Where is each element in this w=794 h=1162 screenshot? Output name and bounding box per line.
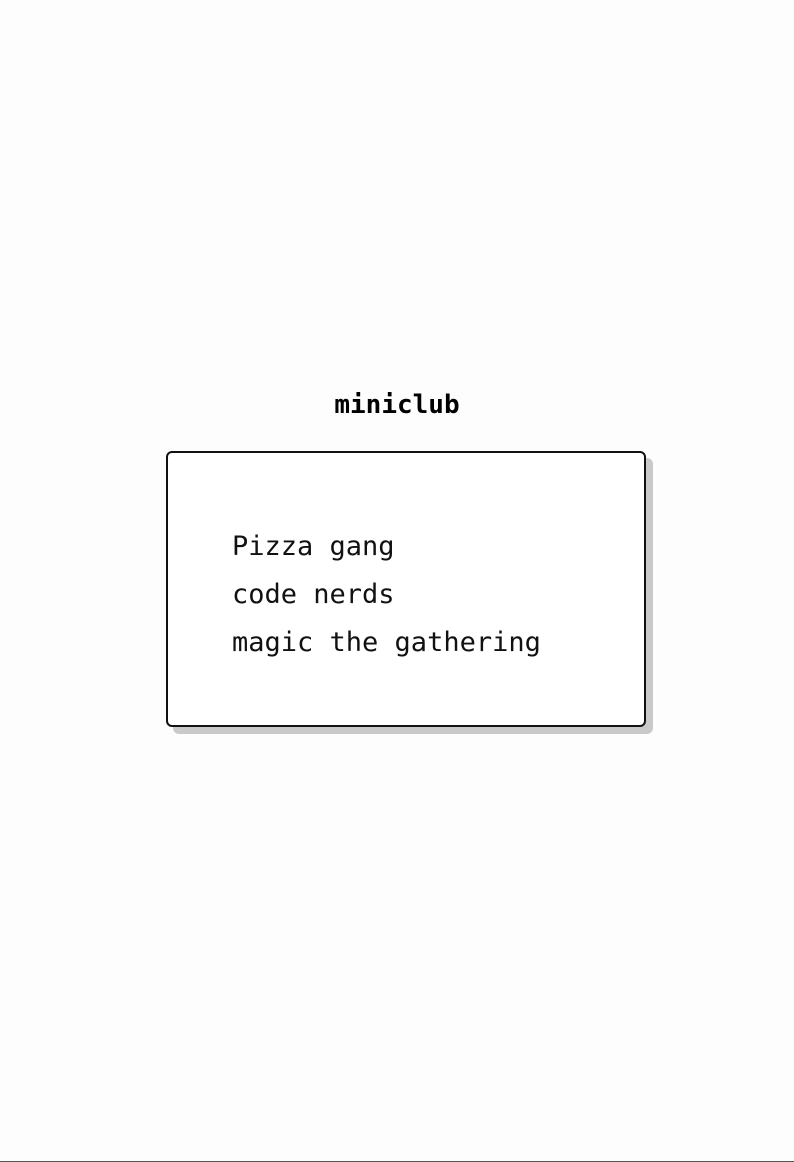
- club-list: Pizza gang code nerds magic the gatherin…: [232, 523, 541, 667]
- club-item-code-nerds[interactable]: code nerds: [232, 571, 541, 619]
- club-item-pizza-gang[interactable]: Pizza gang: [232, 523, 541, 571]
- club-list-card: Pizza gang code nerds magic the gatherin…: [166, 451, 646, 727]
- app-logo: miniclub: [334, 390, 460, 420]
- club-item-magic-the-gathering[interactable]: magic the gathering: [232, 619, 541, 667]
